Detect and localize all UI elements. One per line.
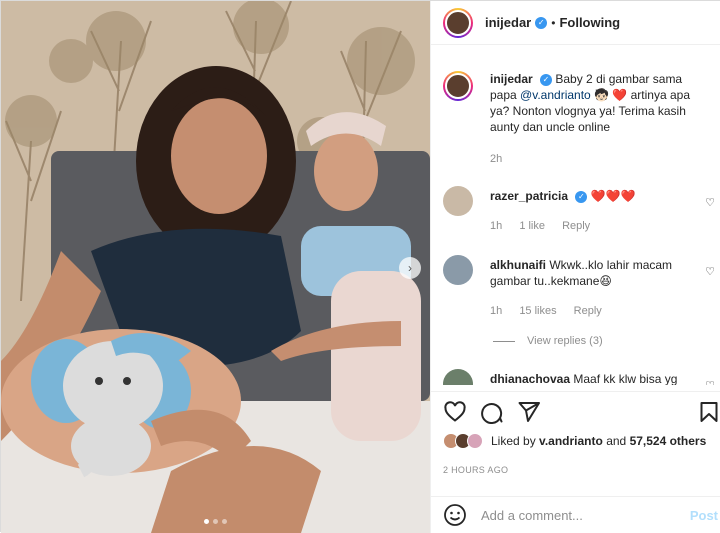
reply-button[interactable]: Reply — [574, 305, 602, 317]
comment-username[interactable]: alkhunaifi — [490, 258, 546, 272]
verified-icon: ✓ — [540, 73, 553, 86]
comment-body: ❤️❤️❤️ — [590, 189, 636, 203]
post-button[interactable]: Post — [690, 508, 718, 523]
avatar[interactable] — [443, 7, 473, 38]
comment-meta: 1h 15 likes Reply — [490, 305, 616, 317]
post-header: inijedar ✓ • Following — [431, 1, 720, 45]
comment-username[interactable]: dhianachovaa — [490, 372, 570, 385]
post-dialog: › inijedar ✓ • Following inijedar ✓ Baby… — [0, 0, 720, 533]
likes-text: Liked by v.andrianto and 57,524 others — [491, 434, 706, 448]
caption-time: 2h — [490, 153, 503, 165]
comment-time: 1h — [490, 220, 503, 232]
carousel-dot — [213, 519, 218, 524]
reply-button[interactable]: Reply — [562, 220, 590, 232]
view-replies-label: View replies (3) — [527, 335, 603, 347]
emoji-icon[interactable] — [443, 503, 467, 527]
heart-icon[interactable]: ♡ — [705, 265, 715, 278]
comment-username[interactable]: razer_patricia — [490, 189, 568, 203]
chevron-right-icon[interactable]: › — [399, 257, 421, 279]
post-timestamp: 2 HOURS AGO — [443, 465, 509, 475]
comment-input[interactable] — [481, 507, 681, 523]
likes-prefix: Liked by — [491, 434, 536, 448]
post-photo[interactable]: › — [1, 1, 430, 533]
comment-text: dhianachovaa Maaf kk klw bisa yg — [490, 371, 712, 385]
comment-body: Maaf kk klw bisa yg — [573, 372, 678, 385]
caption-username[interactable]: inijedar — [490, 72, 533, 86]
avatar[interactable] — [443, 369, 473, 385]
heart-icon[interactable]: ♡ — [705, 379, 715, 385]
carousel-dot — [222, 519, 227, 524]
comment-likes[interactable]: 1 like — [519, 220, 545, 232]
carousel-dots — [1, 519, 430, 524]
share-icon[interactable] — [517, 400, 541, 424]
verified-icon: ✓ — [575, 190, 588, 203]
photo-illustration — [1, 1, 430, 533]
likes-summary: Liked by v.andrianto and 57,524 others — [443, 433, 706, 449]
carousel-dot — [204, 519, 209, 524]
caption-text: inijedar ✓ Baby 2 di gambar sama papa @v… — [490, 71, 712, 135]
save-icon[interactable] — [697, 400, 720, 424]
comment-text: razer_patricia ✓ ❤️❤️❤️ — [490, 188, 712, 204]
avatar[interactable] — [443, 71, 473, 101]
avatar[interactable] — [443, 186, 473, 216]
comment-likes[interactable]: 15 likes — [519, 305, 556, 317]
comment-meta: 1h 1 like Reply — [490, 220, 604, 232]
view-replies-button[interactable]: View replies (3) — [493, 335, 603, 347]
comments-list: inijedar ✓ Baby 2 di gambar sama papa @v… — [431, 45, 720, 385]
comment-time: 1h — [490, 305, 503, 317]
avatar — [467, 433, 483, 449]
heart-icon[interactable] — [443, 400, 467, 424]
separator: • — [551, 15, 556, 30]
comment-icon[interactable] — [480, 400, 504, 424]
divider — [493, 340, 515, 342]
following-button[interactable]: Following — [559, 15, 620, 30]
likes-others[interactable]: 57,524 others — [630, 434, 707, 448]
heart-icon[interactable]: ♡ — [705, 196, 715, 209]
post-sidebar: inijedar ✓ • Following inijedar ✓ Baby 2… — [430, 1, 720, 533]
verified-icon: ✓ — [535, 16, 548, 29]
caption-mention[interactable]: @v.andrianto — [520, 88, 591, 102]
likes-connector: and — [606, 434, 627, 448]
comment-box: Post — [431, 496, 720, 533]
action-bar — [431, 391, 720, 431]
avatar[interactable] — [443, 255, 473, 285]
comment-text: alkhunaifi Wkwk..klo lahir macam gambar … — [490, 257, 712, 289]
header-username[interactable]: inijedar — [485, 15, 531, 30]
likes-user[interactable]: v.andrianto — [539, 434, 603, 448]
